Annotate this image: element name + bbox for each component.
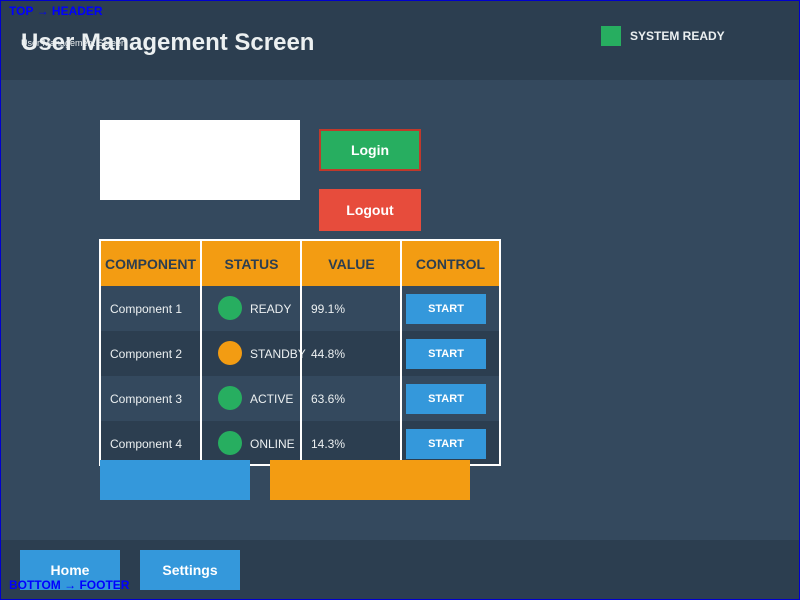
start-button[interactable]: START bbox=[406, 384, 486, 414]
column-header-component: COMPONENT bbox=[105, 255, 196, 272]
orange-action-button[interactable] bbox=[270, 460, 470, 500]
status-cell: ACTIVE bbox=[202, 376, 301, 421]
status-dot-icon bbox=[218, 341, 242, 365]
status-label: ACTIVE bbox=[250, 391, 294, 406]
component-table: COMPONENT STATUS VALUE CONTROL Component… bbox=[99, 239, 501, 466]
status-label: STANDBY bbox=[250, 346, 306, 361]
column-header-status: STATUS bbox=[224, 255, 279, 272]
component-name: Component 1 bbox=[110, 301, 183, 316]
user-input-field[interactable] bbox=[100, 120, 300, 200]
status-label: READY bbox=[250, 301, 292, 316]
status-cell: READY bbox=[202, 286, 301, 331]
column-header-value: VALUE bbox=[328, 255, 375, 272]
bottom-region-label: BOTTOM → FOOTER bbox=[9, 578, 130, 592]
component-name: Component 3 bbox=[110, 391, 183, 406]
status-dot-icon bbox=[218, 296, 242, 320]
settings-button[interactable]: Settings bbox=[140, 550, 240, 590]
start-button[interactable]: START bbox=[406, 429, 486, 459]
control-cell: START bbox=[402, 376, 499, 421]
blue-action-button[interactable] bbox=[100, 460, 250, 500]
system-status-indicator bbox=[601, 26, 621, 46]
login-button[interactable]: Login bbox=[319, 129, 421, 171]
top-region-label: TOP → HEADER bbox=[9, 4, 103, 18]
status-dot-icon bbox=[218, 431, 242, 455]
start-button[interactable]: START bbox=[406, 294, 486, 324]
value-cell: 44.8% bbox=[311, 346, 346, 361]
value-cell: 63.6% bbox=[311, 391, 346, 406]
control-cell: START bbox=[402, 286, 499, 331]
start-button[interactable]: START bbox=[406, 339, 486, 369]
control-cell: START bbox=[402, 331, 499, 376]
header: User Management Screen User Management S… bbox=[1, 1, 799, 80]
status-dot-icon bbox=[218, 386, 242, 410]
column-header-control: CONTROL bbox=[415, 255, 486, 272]
column-divider bbox=[300, 241, 302, 464]
component-name: Component 2 bbox=[110, 346, 183, 361]
page-title: User Management Screen bbox=[21, 29, 315, 56]
system-status-text: SYSTEM READY bbox=[630, 29, 725, 43]
value-cell: 99.1% bbox=[311, 301, 346, 316]
column-divider bbox=[400, 241, 402, 464]
column-divider bbox=[200, 241, 202, 464]
status-cell: STANDBY bbox=[202, 331, 306, 376]
logout-button[interactable]: Logout bbox=[319, 189, 421, 231]
